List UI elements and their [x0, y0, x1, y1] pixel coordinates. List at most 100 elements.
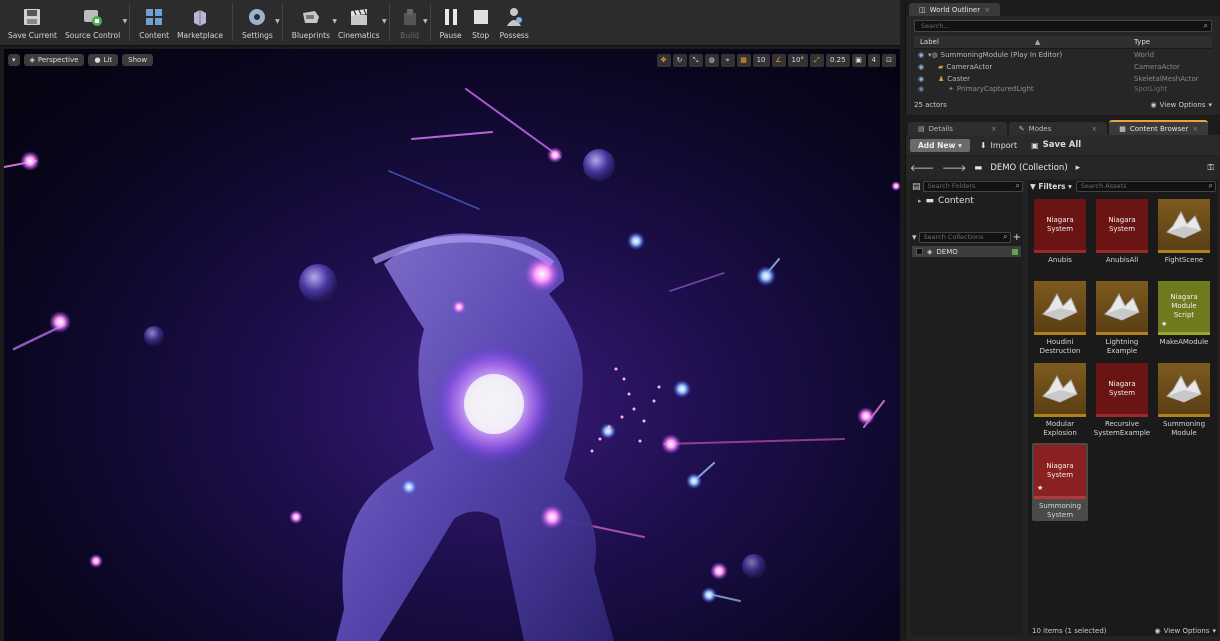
grid-snap-icon[interactable]: ▦ — [736, 53, 751, 67]
asset-name: AnubisAll — [1105, 256, 1139, 264]
cinematics-icon — [348, 6, 370, 28]
surface-snap-icon[interactable]: ⌖ — [720, 53, 735, 67]
chevron-right-icon[interactable]: ▸ — [1076, 163, 1081, 173]
grid-snap-value[interactable]: 10 — [752, 53, 770, 67]
tab-details[interactable]: ▤ Details × — [908, 122, 1007, 135]
rotate-icon[interactable]: ↻ — [672, 53, 687, 67]
close-icon[interactable]: × — [991, 125, 997, 133]
camera-speed-icon[interactable]: ▣ — [851, 53, 866, 67]
lock-icon[interactable]: ⚿ — [1208, 163, 1214, 173]
asset-tile[interactable]: Niagara System AnubisAll — [1094, 197, 1150, 275]
camera-speed-value[interactable]: 4 — [867, 53, 880, 67]
save-current-button[interactable]: Save Current — [4, 0, 61, 45]
asset-tile[interactable]: Houdini Destruction — [1032, 279, 1088, 357]
marketplace-button[interactable]: Marketplace — [173, 0, 227, 45]
asset-tile[interactable]: Niagara System Recursive SystemExample — [1094, 361, 1150, 439]
col-label-header[interactable]: Label — [920, 38, 939, 46]
show-button[interactable]: Show — [122, 54, 154, 66]
asset-tile[interactable]: Niagara System Anubis — [1032, 197, 1088, 275]
chevron-down-icon[interactable]: ▼ — [423, 18, 428, 25]
chevron-down-icon[interactable]: ▾ — [912, 233, 917, 243]
tab-world-outliner[interactable]: ◫ World Outliner × — [909, 3, 1000, 16]
perspective-button[interactable]: ◈ Perspective — [23, 54, 85, 66]
source-control-button[interactable]: Source Control ▼ — [61, 0, 127, 45]
chevron-right-icon[interactable]: ▸ — [918, 197, 922, 205]
chevron-down-icon[interactable]: ▼ — [123, 18, 128, 25]
outliner-row[interactable]: ◉ ♟ Caster SkeletalMeshActor — [914, 73, 1212, 85]
asset-tile[interactable]: Summoning Module — [1156, 361, 1212, 439]
import-icon: ⬇ — [979, 140, 987, 150]
stop-button[interactable]: Stop — [466, 0, 496, 45]
blueprints-icon — [300, 6, 322, 28]
select-icon[interactable]: ✥ — [656, 53, 671, 67]
thumb-text: Niagara System — [1046, 461, 1074, 479]
col-type-header[interactable]: Type — [1134, 38, 1212, 46]
asset-tile[interactable]: Modular Explosion — [1032, 361, 1088, 439]
close-icon[interactable]: × — [1192, 125, 1198, 133]
collection-demo[interactable]: ◈ DEMO — [912, 246, 1021, 257]
chevron-down-icon[interactable]: ▼ — [275, 18, 280, 25]
asset-tile[interactable]: Lightning Example — [1094, 279, 1150, 357]
cinematics-button[interactable]: Cinematics ▼ — [334, 0, 387, 45]
viewport-options-button[interactable]: ▾ — [8, 54, 20, 66]
asset-tile[interactable]: FightScene — [1156, 197, 1212, 275]
outliner-row[interactable]: ◉ ✦ PrimaryCapturedLight SpotLight — [914, 85, 1212, 93]
filters-button[interactable]: ▼ Filters ▾ — [1030, 182, 1072, 191]
forward-icon[interactable]: 🡒 — [942, 163, 966, 174]
search-folders-input[interactable]: Search Folders ⌕ — [922, 181, 1023, 192]
world-icon: ▾◍ — [928, 51, 938, 59]
thumb-text: Niagara Module Script — [1170, 293, 1198, 319]
asset-tile[interactable]: Niagara Module Script ★ MakeAModule — [1156, 279, 1212, 357]
import-button[interactable]: ⬇ Import — [976, 141, 1021, 150]
chevron-down-icon[interactable]: ▼ — [382, 18, 387, 25]
tab-modes[interactable]: ✎ Modes × — [1008, 122, 1108, 135]
maximize-icon[interactable]: ⊡ — [882, 53, 896, 67]
add-collection-icon[interactable]: + — [1013, 232, 1021, 243]
world-outliner-panel: ◫ World Outliner × Search... ⌕ Label ▲ T… — [905, 0, 1220, 115]
eye-icon[interactable]: ◉ — [914, 85, 928, 93]
scale-snap-value[interactable]: 0.25 — [825, 53, 850, 67]
asset-tile-selected[interactable]: Niagara System ★ Summoning System — [1032, 443, 1088, 521]
toolbar-divider — [129, 4, 131, 41]
rotation-snap-icon[interactable]: ∠ — [771, 53, 786, 67]
outliner-row[interactable]: ◉ ▾◍ SummoningModule (Play In Editor) Wo… — [914, 49, 1212, 61]
close-icon[interactable]: × — [984, 6, 990, 14]
sources-toggle-icon[interactable]: ▤ — [912, 182, 921, 192]
search-collections-input[interactable]: Search Collections ⌕ — [918, 232, 1011, 243]
possess-button[interactable]: Possess — [496, 0, 533, 45]
content-button[interactable]: Content — [135, 0, 173, 45]
lit-button[interactable]: ● Lit — [88, 54, 119, 66]
collection-checkbox[interactable] — [916, 248, 923, 255]
eye-icon[interactable]: ◉ — [914, 51, 928, 59]
eye-icon[interactable]: ◉ — [914, 63, 928, 71]
cb-view-options-button[interactable]: ◉ View Options ▾ — [1155, 627, 1216, 635]
close-icon[interactable]: × — [1091, 125, 1097, 133]
save-all-button[interactable]: ▣ Save All — [1027, 140, 1085, 150]
settings-button[interactable]: Settings ▼ — [238, 0, 280, 45]
outliner-header: Label ▲ Type — [914, 36, 1212, 49]
add-new-button[interactable]: Add New ▾ — [910, 138, 970, 152]
outliner-search-input[interactable]: Search... ⌕ — [914, 20, 1212, 32]
asset-name: Recursive SystemExample — [1093, 420, 1151, 437]
content-browser-icon: ▦ — [1119, 125, 1126, 133]
outliner-view-options-button[interactable]: ◉ View Options ▾ — [1151, 101, 1212, 109]
blueprints-button[interactable]: Blueprints ▼ — [288, 0, 337, 45]
folder-content[interactable]: ▸ ▬ Content — [918, 196, 1023, 206]
pause-button[interactable]: Pause — [436, 0, 466, 45]
tab-content-browser[interactable]: ▦ Content Browser × — [1109, 120, 1209, 135]
outliner-row[interactable]: ◉ ▰ CameraActor CameraActor — [914, 61, 1212, 73]
scale-snap-icon[interactable]: ⤢ — [809, 53, 824, 67]
scale-icon[interactable]: ⤡ — [688, 53, 703, 67]
search-assets-input[interactable]: Search Assets ⌕ — [1075, 181, 1216, 192]
path-collection[interactable]: DEMO (Collection) — [990, 163, 1067, 173]
world-icon[interactable]: ◍ — [704, 53, 719, 67]
blueprints-label: Blueprints — [291, 31, 330, 40]
level-viewport[interactable]: ▾ ◈ Perspective ● Lit Show ✥ ↻ ⤡ ◍ ⌖ ▦ 1… — [4, 49, 900, 641]
back-icon[interactable]: 🡐 — [910, 163, 934, 174]
viewport-scene — [4, 88, 900, 641]
eye-icon[interactable]: ◉ — [914, 75, 928, 83]
rotation-snap-value[interactable]: 10° — [787, 53, 808, 67]
asset-name: Summoning System — [1038, 502, 1082, 519]
settings-icon — [246, 6, 268, 28]
build-button[interactable]: Build ▼ — [395, 0, 428, 45]
